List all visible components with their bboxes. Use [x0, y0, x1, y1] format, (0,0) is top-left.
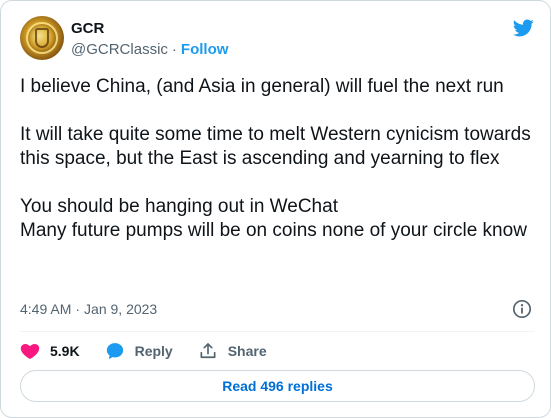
like-button[interactable]: 5.9K	[20, 341, 80, 361]
heart-icon	[20, 343, 40, 359]
tweet-line: You should be hanging out in WeChat	[20, 196, 338, 217]
author-handle-row: @GCRClassic · Follow	[71, 40, 228, 60]
share-label: Share	[227, 343, 267, 359]
author-avatar[interactable]	[20, 16, 64, 60]
handle-separator: ·	[171, 41, 177, 58]
tweet-timestamp[interactable]: 4:49 AM · Jan 9, 2023	[20, 299, 157, 319]
author-handle[interactable]: @GCRClassic	[71, 41, 168, 58]
tweet-line: I believe China, (and Asia in general) w…	[20, 76, 504, 97]
read-replies-button[interactable]: Read 496 replies	[20, 370, 535, 402]
timestamp-separator: ·	[75, 301, 81, 317]
author-name[interactable]: GCR	[71, 19, 104, 39]
twitter-bird-icon[interactable]	[511, 17, 535, 39]
tweet-card: GCR @GCRClassic · Follow I believe China, …	[0, 0, 551, 418]
coin-mark	[35, 28, 49, 48]
tweet-line: Many future pumps will be on coins none …	[20, 220, 527, 241]
info-icon[interactable]	[512, 299, 532, 319]
divider	[20, 331, 535, 332]
follow-button[interactable]: Follow	[181, 41, 229, 58]
share-button[interactable]: Share	[198, 341, 267, 361]
tweet-time: 4:49 AM	[20, 301, 72, 317]
tweet-line: It will take quite some time to melt Wes…	[20, 124, 531, 169]
share-upload-icon	[200, 343, 216, 359]
action-bar: 5.9K Reply Share	[20, 339, 292, 363]
like-count: 5.9K	[50, 343, 80, 359]
tweet-date: Jan 9, 2023	[84, 301, 158, 317]
tweet-text: I believe China, (and Asia in general) w…	[20, 75, 535, 243]
speech-bubble-icon	[106, 343, 123, 360]
reply-button[interactable]: Reply	[105, 341, 173, 361]
reply-label: Reply	[134, 343, 173, 359]
